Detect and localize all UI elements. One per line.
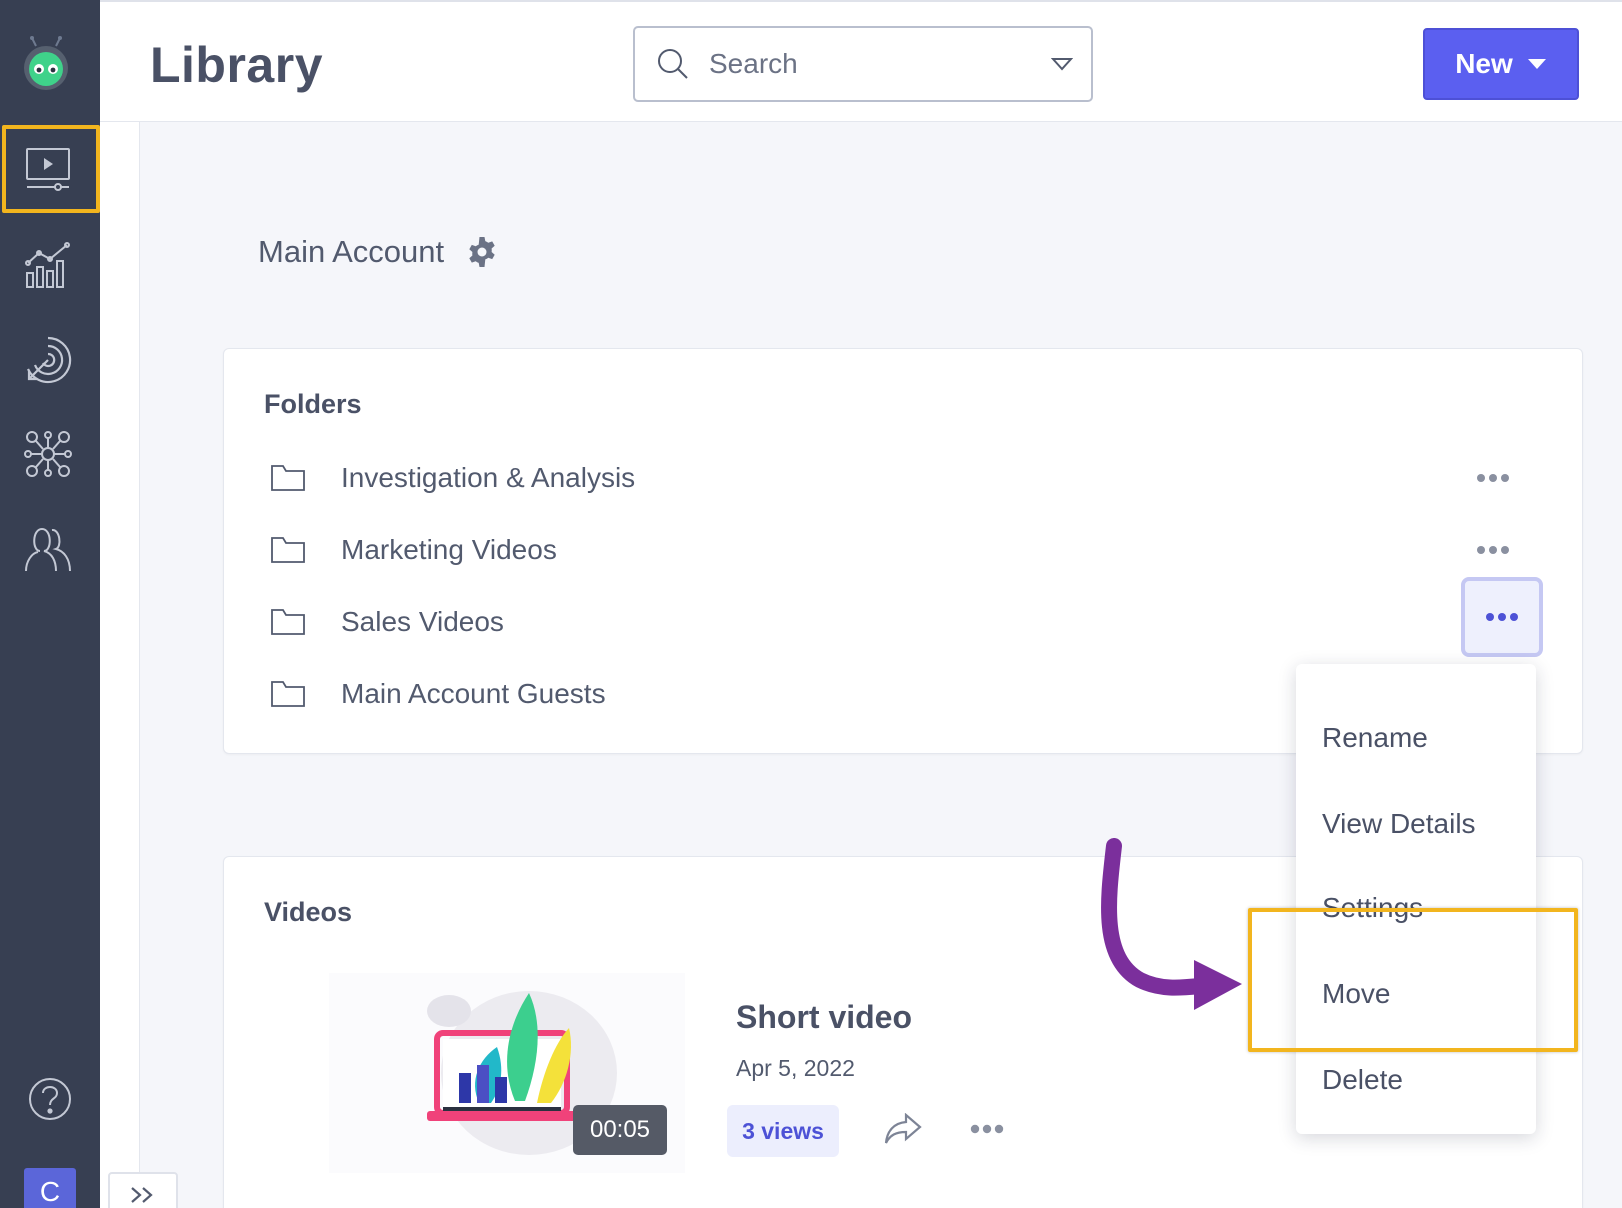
folder-name: Sales Videos bbox=[341, 606, 504, 637]
folder-name: Main Account Guests bbox=[341, 678, 606, 709]
videos-title: Videos bbox=[264, 897, 353, 927]
video-date: Apr 5, 2022 bbox=[736, 1055, 855, 1081]
folder-row[interactable]: Sales Videos bbox=[271, 597, 1541, 647]
folder-icon bbox=[271, 537, 305, 563]
gear-icon[interactable] bbox=[466, 236, 498, 268]
menu-item-delete[interactable]: Delete bbox=[1322, 1064, 1403, 1096]
new-button-label: New bbox=[1455, 48, 1513, 79]
folders-title: Folders bbox=[264, 389, 362, 419]
share-icon[interactable] bbox=[884, 1113, 922, 1145]
chevron-down-icon[interactable] bbox=[1051, 56, 1073, 72]
folder-icon bbox=[271, 609, 305, 635]
video-duration-badge: 00:05 bbox=[573, 1105, 667, 1155]
avatar[interactable]: C bbox=[24, 1168, 76, 1208]
more-horizontal-icon bbox=[1477, 474, 1509, 482]
sidebar-item-integrations[interactable] bbox=[18, 424, 78, 484]
folder-more-button[interactable] bbox=[1473, 540, 1513, 560]
folder-icon bbox=[271, 681, 305, 707]
question-circle-icon bbox=[29, 1078, 71, 1120]
search-icon bbox=[658, 49, 688, 79]
folder-name: Investigation & Analysis bbox=[341, 462, 636, 493]
folder-more-button-active[interactable] bbox=[1461, 577, 1543, 657]
double-chevron-right-icon bbox=[131, 1187, 153, 1203]
account-name: Main Account bbox=[258, 234, 445, 269]
sidebar: C bbox=[0, 0, 100, 1208]
move-highlight-box bbox=[1248, 908, 1578, 1052]
top-header: Library New bbox=[100, 0, 1622, 122]
menu-item-rename[interactable]: Rename bbox=[1322, 722, 1428, 754]
menu-item-view-details[interactable]: View Details bbox=[1322, 808, 1476, 840]
help-button[interactable] bbox=[26, 1075, 74, 1123]
search-input[interactable] bbox=[709, 42, 1009, 86]
more-horizontal-icon bbox=[1477, 546, 1509, 554]
sidebar-item-analytics[interactable] bbox=[18, 236, 78, 296]
secondary-panel bbox=[100, 122, 140, 1208]
search-box[interactable] bbox=[633, 26, 1093, 102]
app-logo-icon[interactable] bbox=[20, 36, 72, 92]
active-item-highlight bbox=[2, 125, 100, 213]
page-title: Library bbox=[150, 37, 324, 93]
account-header: Main Account bbox=[258, 234, 498, 270]
more-horizontal-icon[interactable] bbox=[970, 1123, 1004, 1135]
folder-more-button[interactable] bbox=[1473, 468, 1513, 488]
video-thumbnail[interactable]: 00:05 bbox=[329, 973, 685, 1173]
folder-row[interactable]: Investigation & Analysis bbox=[271, 453, 1541, 503]
folder-context-menu: Rename View Details Settings Move Delete bbox=[1296, 664, 1536, 1134]
annotation-arrow-icon bbox=[1101, 838, 1242, 1010]
views-badge[interactable]: 3 views bbox=[727, 1105, 839, 1157]
video-title[interactable]: Short video bbox=[736, 999, 912, 1036]
folder-icon bbox=[271, 465, 305, 491]
new-button[interactable]: New bbox=[1423, 28, 1579, 100]
sidebar-item-users[interactable] bbox=[18, 520, 78, 580]
caret-down-icon bbox=[1527, 59, 1546, 69]
users-icon bbox=[25, 527, 71, 572]
expand-sidebar-button[interactable] bbox=[108, 1172, 178, 1208]
integrations-network-icon bbox=[24, 431, 72, 477]
folder-row[interactable]: Marketing Videos bbox=[271, 525, 1541, 575]
folder-name: Marketing Videos bbox=[341, 534, 557, 565]
more-horizontal-icon bbox=[1486, 613, 1518, 621]
sidebar-item-engagement[interactable] bbox=[18, 330, 78, 390]
engagement-target-icon bbox=[26, 336, 72, 384]
analytics-icon bbox=[25, 242, 70, 288]
